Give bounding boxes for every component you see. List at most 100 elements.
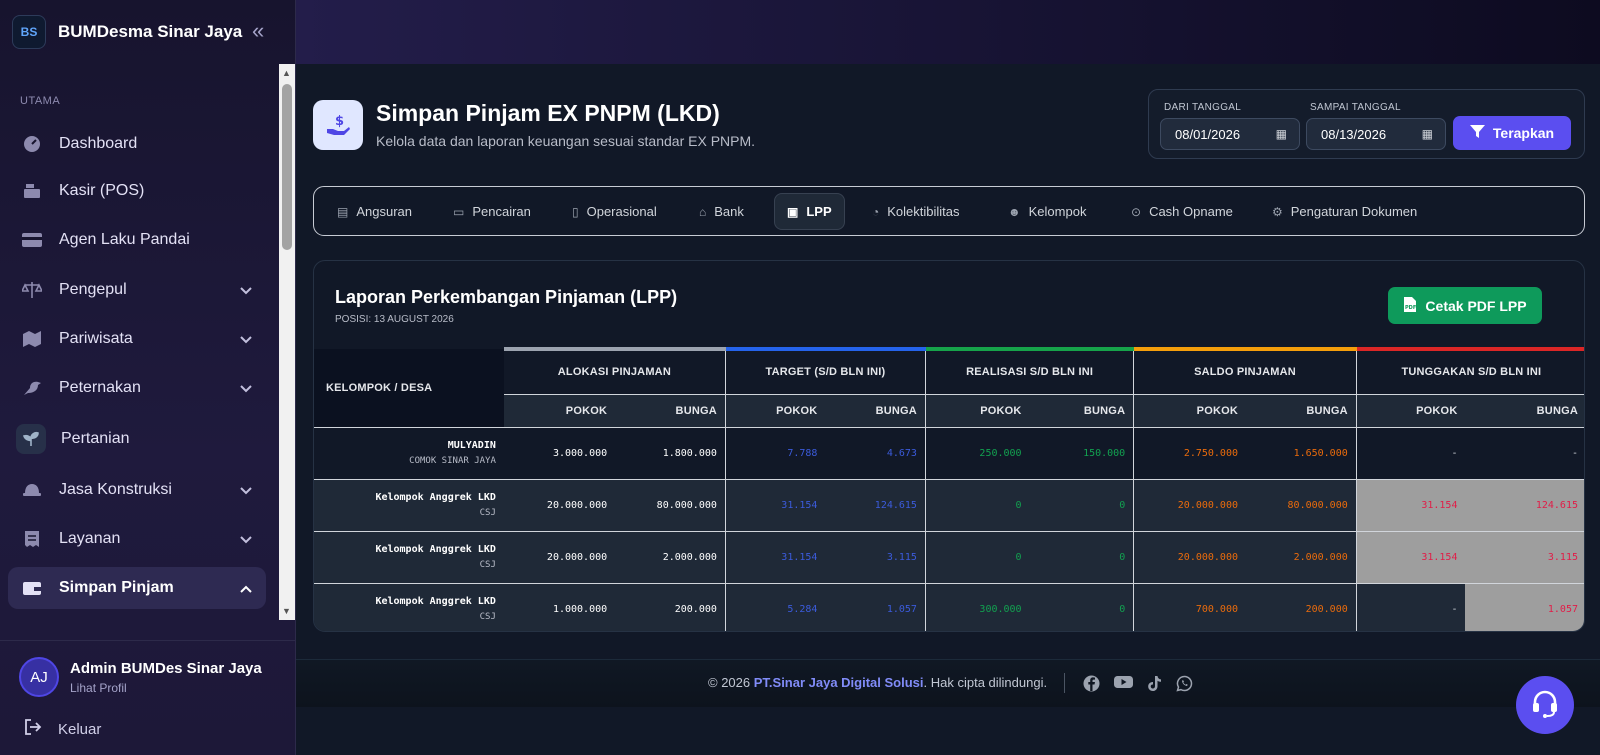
logout-icon: [24, 719, 42, 739]
cell-tunggakan-pokok: 31.154: [1355, 479, 1466, 532]
collapse-sidebar-icon[interactable]: «: [252, 18, 264, 44]
tab-label: Kelompok: [1028, 204, 1087, 219]
col-group-alokasi: ALOKASI PINJAMAN: [503, 347, 726, 394]
tab-bank[interactable]: ⌂ Bank: [687, 193, 756, 230]
table-row: MULYADIN COMOK SINAR JAYA 3.000.000 1.800…: [314, 427, 1584, 480]
facebook-icon[interactable]: [1083, 675, 1101, 693]
col-pokok: POKOK: [924, 393, 1030, 428]
report-title: Laporan Perkembangan Pinjaman (LPP): [335, 287, 678, 307]
scroll-up-icon[interactable]: ▲: [282, 68, 291, 78]
report-position: POSISI: 13 AUGUST 2026: [335, 314, 454, 325]
logout-button[interactable]: Keluar: [24, 719, 101, 739]
copyright-suffix: . Hak cipta dilindungi.: [923, 675, 1048, 690]
tab-lpp[interactable]: ▣ LPP: [774, 193, 845, 230]
col-bunga: BUNGA: [1246, 393, 1357, 428]
cell-realisasi-pokok: 250.000: [924, 427, 1030, 480]
sidebar-item-kasir[interactable]: Kasir (POS): [8, 170, 266, 212]
search-dollar-icon: ⊙: [1131, 204, 1142, 219]
apply-label: Terapkan: [1492, 125, 1555, 141]
col-bunga: BUNGA: [1465, 393, 1584, 428]
lpp-table: KELOMPOK / DESA ALOKASI PINJAMAN TARGET …: [314, 347, 1584, 631]
sidebar-item-label: Pengepul: [59, 281, 127, 298]
whatsapp-icon[interactable]: [1176, 675, 1194, 693]
cell-target-bunga: 1.057: [825, 583, 926, 631]
col-pokok: POKOK: [1355, 393, 1466, 428]
col-bunga: BUNGA: [825, 393, 926, 428]
table-row: Kelompok Anggrek LKD CSJ 1.000.000 200.00…: [314, 583, 1584, 631]
tab-kelompok[interactable]: ☻ Kelompok: [996, 193, 1098, 230]
youtube-icon[interactable]: [1114, 675, 1133, 693]
sidebar-item-label: Jasa Konstruksi: [59, 481, 172, 498]
hand-money-icon: $: [313, 100, 363, 150]
sidebar-item-label: Dashboard: [59, 135, 138, 152]
tab-pengaturan-dokumen[interactable]: ⚙ Pengaturan Dokumen: [1260, 193, 1429, 230]
main-content: $ Simpan Pinjam EX PNPM (LKD) Kelola dat…: [296, 64, 1600, 755]
cell-realisasi-pokok: 300.000: [924, 583, 1030, 631]
tab-angsuran[interactable]: ▤ Angsuran: [325, 193, 424, 230]
avatar[interactable]: AJ: [19, 657, 59, 697]
sidebar-scrollbar[interactable]: ▲ ▼: [279, 64, 295, 620]
cell-saldo-pokok: 20.000.000: [1133, 479, 1246, 532]
print-pdf-button[interactable]: PDF Cetak PDF LPP: [1388, 287, 1542, 324]
footer-divider: [1064, 673, 1065, 693]
from-date-label: DARI TANGGAL: [1164, 102, 1242, 113]
sidebar-item-pertanian[interactable]: Pertanian: [8, 418, 266, 460]
sidebar-item-pariwisata[interactable]: Pariwisata: [8, 318, 266, 360]
sidebar-item-simpan-pinjam[interactable]: Simpan Pinjam: [8, 567, 266, 609]
cell-kelompok: Kelompok Anggrek LKD CSJ: [314, 531, 504, 584]
sidebar-item-pengepul[interactable]: Pengepul: [8, 269, 266, 311]
sidebar-item-layanan[interactable]: Layanan: [8, 518, 266, 560]
tiktok-icon[interactable]: [1147, 675, 1165, 693]
cell-target-pokok: 7.788: [724, 427, 826, 480]
from-date-input[interactable]: 08/01/2026 ▦: [1160, 118, 1300, 150]
sidebar-item-dashboard[interactable]: Dashboard: [8, 123, 266, 165]
tab-label: Operasional: [586, 204, 657, 219]
sidebar-item-peternakan[interactable]: Peternakan: [8, 367, 266, 409]
view-profile-link[interactable]: Lihat Profil: [70, 681, 127, 695]
scrollbar-thumb[interactable]: [282, 84, 292, 250]
support-chat-button[interactable]: [1516, 676, 1574, 734]
page-title: Simpan Pinjam EX PNPM (LKD): [376, 100, 720, 126]
tab-pencairan[interactable]: ▭ Pencairan: [441, 193, 543, 230]
to-date-input[interactable]: 08/13/2026 ▦: [1306, 118, 1446, 150]
tab-cash-opname[interactable]: ⊙ Cash Opname: [1119, 193, 1245, 230]
cell-alokasi-pokok: 3.000.000: [503, 427, 616, 480]
pie-chart-icon: ◔: [872, 204, 880, 219]
sidebar-item-jasa-konstruksi[interactable]: Jasa Konstruksi: [8, 469, 266, 511]
col-group-realisasi: REALISASI S/D BLN INI: [924, 347, 1134, 394]
calendar-icon[interactable]: ▦: [1422, 127, 1433, 141]
kelompok-name: Kelompok Anggrek LKD: [375, 492, 496, 503]
lpp-report-card: Laporan Perkembangan Pinjaman (LPP) POSI…: [313, 260, 1585, 632]
apply-button[interactable]: Terapkan: [1453, 116, 1571, 150]
sidebar-item-agen[interactable]: Agen Laku Pandai: [8, 219, 266, 261]
cell-alokasi-bunga: 1.800.000: [615, 427, 726, 480]
tab-operasional[interactable]: ▯ Operasional: [560, 193, 669, 230]
cell-alokasi-pokok: 20.000.000: [503, 479, 616, 532]
desa-name: COMOK SINAR JAYA: [409, 456, 496, 466]
receipt-icon: [20, 527, 44, 551]
date-filter: DARI TANGGAL 08/01/2026 ▦ SAMPAI TANGGAL…: [1148, 89, 1585, 159]
cell-target-pokok: 31.154: [724, 479, 826, 532]
cell-target-bunga: 124.615: [825, 479, 926, 532]
company-link[interactable]: PT.Sinar Jaya Digital Solusi: [754, 675, 924, 690]
gear-icon: ⚙: [1272, 204, 1283, 219]
table-row: Kelompok Anggrek LKD CSJ 20.000.000 80.00…: [314, 479, 1584, 532]
calendar-icon[interactable]: ▦: [1276, 127, 1287, 141]
user-box: AJ Admin BUMDes Sinar Jaya Lihat Profil …: [0, 640, 296, 738]
cell-realisasi-bunga: 0: [1029, 479, 1134, 532]
cell-tunggakan-bunga: 3.115: [1465, 531, 1584, 584]
cell-tunggakan-bunga: -: [1465, 427, 1584, 480]
tab-kolektibilitas[interactable]: ◔ Kolektibilitas: [860, 193, 972, 230]
col-group-tunggakan: TUNGGAKAN S/D BLN INI: [1355, 347, 1584, 394]
page-subtitle: Kelola data dan laporan keuangan sesuai …: [376, 133, 756, 149]
cell-target-pokok: 31.154: [724, 531, 826, 584]
tab-label: Cash Opname: [1149, 204, 1233, 219]
scroll-down-icon[interactable]: ▼: [282, 606, 291, 616]
bird-icon: [20, 376, 44, 400]
svg-text:$: $: [335, 114, 344, 129]
logout-label: Keluar: [58, 720, 102, 738]
bank-icon: ⌂: [699, 204, 707, 219]
kelompok-name: MULYADIN: [447, 440, 496, 451]
copyright-prefix: © 2026: [708, 675, 754, 690]
filter-icon: [1469, 124, 1485, 142]
